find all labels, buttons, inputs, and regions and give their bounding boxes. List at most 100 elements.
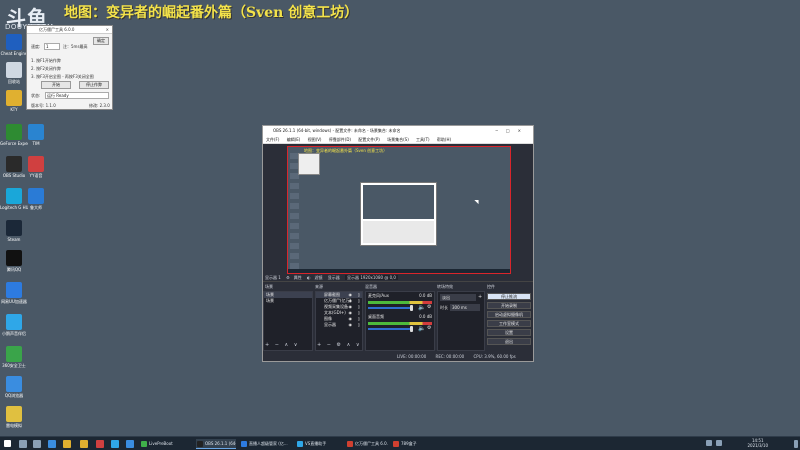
taskbar-item[interactable]: OBS 26.1.1 (64-bit)...: [196, 439, 236, 449]
studio-mode-button[interactable]: 工作室模式: [487, 320, 531, 327]
app-icon: [6, 220, 22, 236]
desktop-icon[interactable]: 回收站: [0, 62, 28, 84]
close-icon[interactable]: ×: [106, 26, 109, 34]
lock-icon[interactable]: ▯: [358, 322, 360, 328]
sources-panel-tools[interactable]: + − ⚙ ∧ ∨: [317, 342, 362, 348]
channel-db: 0.0 dB: [419, 293, 432, 298]
desktop-icon[interactable]: 腾讯QQ: [0, 250, 28, 272]
channel-name: 麦克风/Aux: [368, 293, 389, 298]
network-icon[interactable]: [706, 440, 712, 446]
window-controls[interactable]: ─□×: [495, 126, 529, 136]
menu-help[interactable]: 帮助(H): [437, 137, 451, 142]
search-icon[interactable]: [19, 440, 27, 448]
scene-item[interactable]: 场景: [264, 298, 312, 304]
volume-slider[interactable]: [368, 307, 412, 309]
folder-icon[interactable]: [80, 440, 88, 448]
volume-knob[interactable]: [410, 305, 413, 311]
channel-name: 桌面音频: [368, 314, 384, 319]
taskbar-item-label: LivePreBoot: [149, 441, 173, 446]
stop-stream-button[interactable]: 停止推流: [487, 293, 531, 300]
taskbar-item-label: 亿万僵尸工具 6.0.0: [355, 441, 388, 446]
speaker-icon[interactable]: 🔈: [418, 304, 425, 311]
scenes-panel-tools[interactable]: + − ∧ ∨: [265, 342, 299, 348]
obs-window: OBS 26.1.1 (64-bit, windows) - 配置文件: 未命名…: [262, 125, 534, 362]
obs-source-toolbar: 显示器 1 ⚙ 属性 ◐ 滤镜 显示器 显示器 1920x1080 @ 0,0: [263, 274, 533, 282]
eye-icon[interactable]: ◉: [349, 322, 353, 328]
file-explorer-icon[interactable]: [63, 440, 71, 448]
display-select[interactable]: 显示器 1920x1080 @ 0,0: [345, 275, 398, 280]
desktop-icon-label: KTY: [10, 107, 18, 112]
app-icon[interactable]: [96, 440, 104, 448]
sources-dock-label: 来源: [315, 284, 323, 289]
start-button[interactable]: 开始: [41, 81, 71, 89]
menu-tools[interactable]: 工具(T): [416, 137, 430, 142]
menu-docks[interactable]: 停靠部件(D): [329, 137, 351, 142]
menu-profile[interactable]: 配置文件(P): [358, 137, 380, 142]
volume-knob[interactable]: [410, 326, 413, 332]
desktop-icon[interactable]: 360安全卫士: [0, 346, 28, 368]
settings-button[interactable]: 设置: [487, 329, 531, 336]
build-text: 修改: 2.3.0: [89, 103, 110, 108]
app-icon[interactable]: [126, 440, 134, 448]
desktop-icon[interactable]: KTY: [0, 90, 28, 112]
start-recording-button[interactable]: 开始录制: [487, 302, 531, 309]
desktop-icon[interactable]: 鲁大师: [22, 188, 50, 210]
cheat-tool-window: 亿万僵尸工具 6.0.0 × 速度: 1 注：5ms最高 确定 1. 按F1开始…: [26, 25, 113, 110]
add-transition-icon[interactable]: +: [478, 294, 482, 300]
volume-icon[interactable]: [716, 440, 722, 446]
desktop-icon[interactable]: 小鹅声音伴侣: [0, 314, 28, 336]
scenes-panel: 场景 场景 + − ∧ ∨: [263, 291, 313, 351]
filter-icon[interactable]: ◐: [307, 275, 311, 280]
app-icon[interactable]: [111, 440, 119, 448]
speaker-icon[interactable]: 🔈: [418, 325, 425, 332]
transitions-panel: 淡出 + 时长 300 ms: [437, 291, 485, 351]
menu-file[interactable]: 文件(F): [266, 137, 279, 142]
desktop-icon[interactable]: TIM: [22, 124, 50, 146]
desktop-icon[interactable]: 网易UU加速器: [0, 282, 28, 304]
desktop-icon-label: 腾讯QQ: [6, 267, 22, 272]
exit-button[interactable]: 退出: [487, 338, 531, 345]
menu-view[interactable]: 视图(V): [308, 137, 322, 142]
task-view-icon[interactable]: [33, 440, 41, 448]
confirm-button[interactable]: 确定: [93, 37, 109, 45]
taskbar-item[interactable]: 直播人超级管家 (亿...: [240, 439, 292, 449]
app-icon: [241, 441, 247, 447]
desktop-icon[interactable]: Steam: [0, 220, 28, 242]
desktop-icon[interactable]: YY语音: [22, 156, 50, 178]
notification-icon[interactable]: [794, 440, 798, 448]
virtual-camera-button[interactable]: 启动虚拟摄像机: [487, 311, 531, 318]
taskbar-item[interactable]: VS直播助手: [296, 439, 342, 449]
app-icon: [6, 376, 22, 392]
volume-slider[interactable]: [368, 328, 412, 330]
scenes-dock-label: 场景: [265, 284, 273, 289]
filters-button[interactable]: 滤镜: [314, 275, 322, 280]
taskbar-item[interactable]: LivePreBoot: [140, 439, 190, 449]
desktop-icon[interactable]: 雷电模拟: [0, 406, 28, 428]
windows-start-icon[interactable]: [4, 440, 11, 447]
stop-button[interactable]: 停止作弊: [79, 81, 109, 89]
speed-input[interactable]: 1: [44, 43, 60, 50]
tool-window-title: 亿万僵尸工具 6.0.0: [39, 27, 75, 32]
source-item[interactable]: 显示器 ◉ ▯: [316, 322, 362, 328]
properties-button[interactable]: 属性: [294, 275, 302, 280]
gear-icon[interactable]: ⚙: [286, 275, 290, 280]
gear-icon[interactable]: ⚙: [427, 304, 431, 310]
desktop-icon[interactable]: Cheat Engine: [0, 34, 28, 56]
taskbar-item-label: 789盒子: [401, 441, 417, 446]
taskbar-item[interactable]: 789盒子: [392, 439, 426, 449]
obs-preview[interactable]: 地图：变异者的崛起番外篇（Sven 创意工坊）: [287, 146, 511, 274]
app-icon: [297, 441, 303, 447]
app-icon: [28, 188, 44, 204]
transition-select[interactable]: 淡出: [440, 294, 476, 301]
menu-edit[interactable]: 编辑(E): [287, 137, 301, 142]
duration-input[interactable]: 300 ms: [450, 304, 480, 311]
instruction-3: 3. 按F3开启全图 - 再按F3关闭全图: [31, 74, 94, 79]
desktop-icon[interactable]: QQ浏览器: [0, 376, 28, 398]
gear-icon[interactable]: ⚙: [427, 325, 431, 331]
obs-titlebar: OBS 26.1.1 (64-bit, windows) - 配置文件: 未命名…: [263, 126, 533, 136]
menu-scene-collection[interactable]: 场景集合(S): [387, 137, 409, 142]
taskbar-item[interactable]: 亿万僵尸工具 6.0.0: [346, 439, 388, 449]
app-icon: [28, 124, 44, 140]
desktop-icon-label: 回收站: [8, 79, 20, 84]
edge-icon[interactable]: [48, 440, 56, 448]
